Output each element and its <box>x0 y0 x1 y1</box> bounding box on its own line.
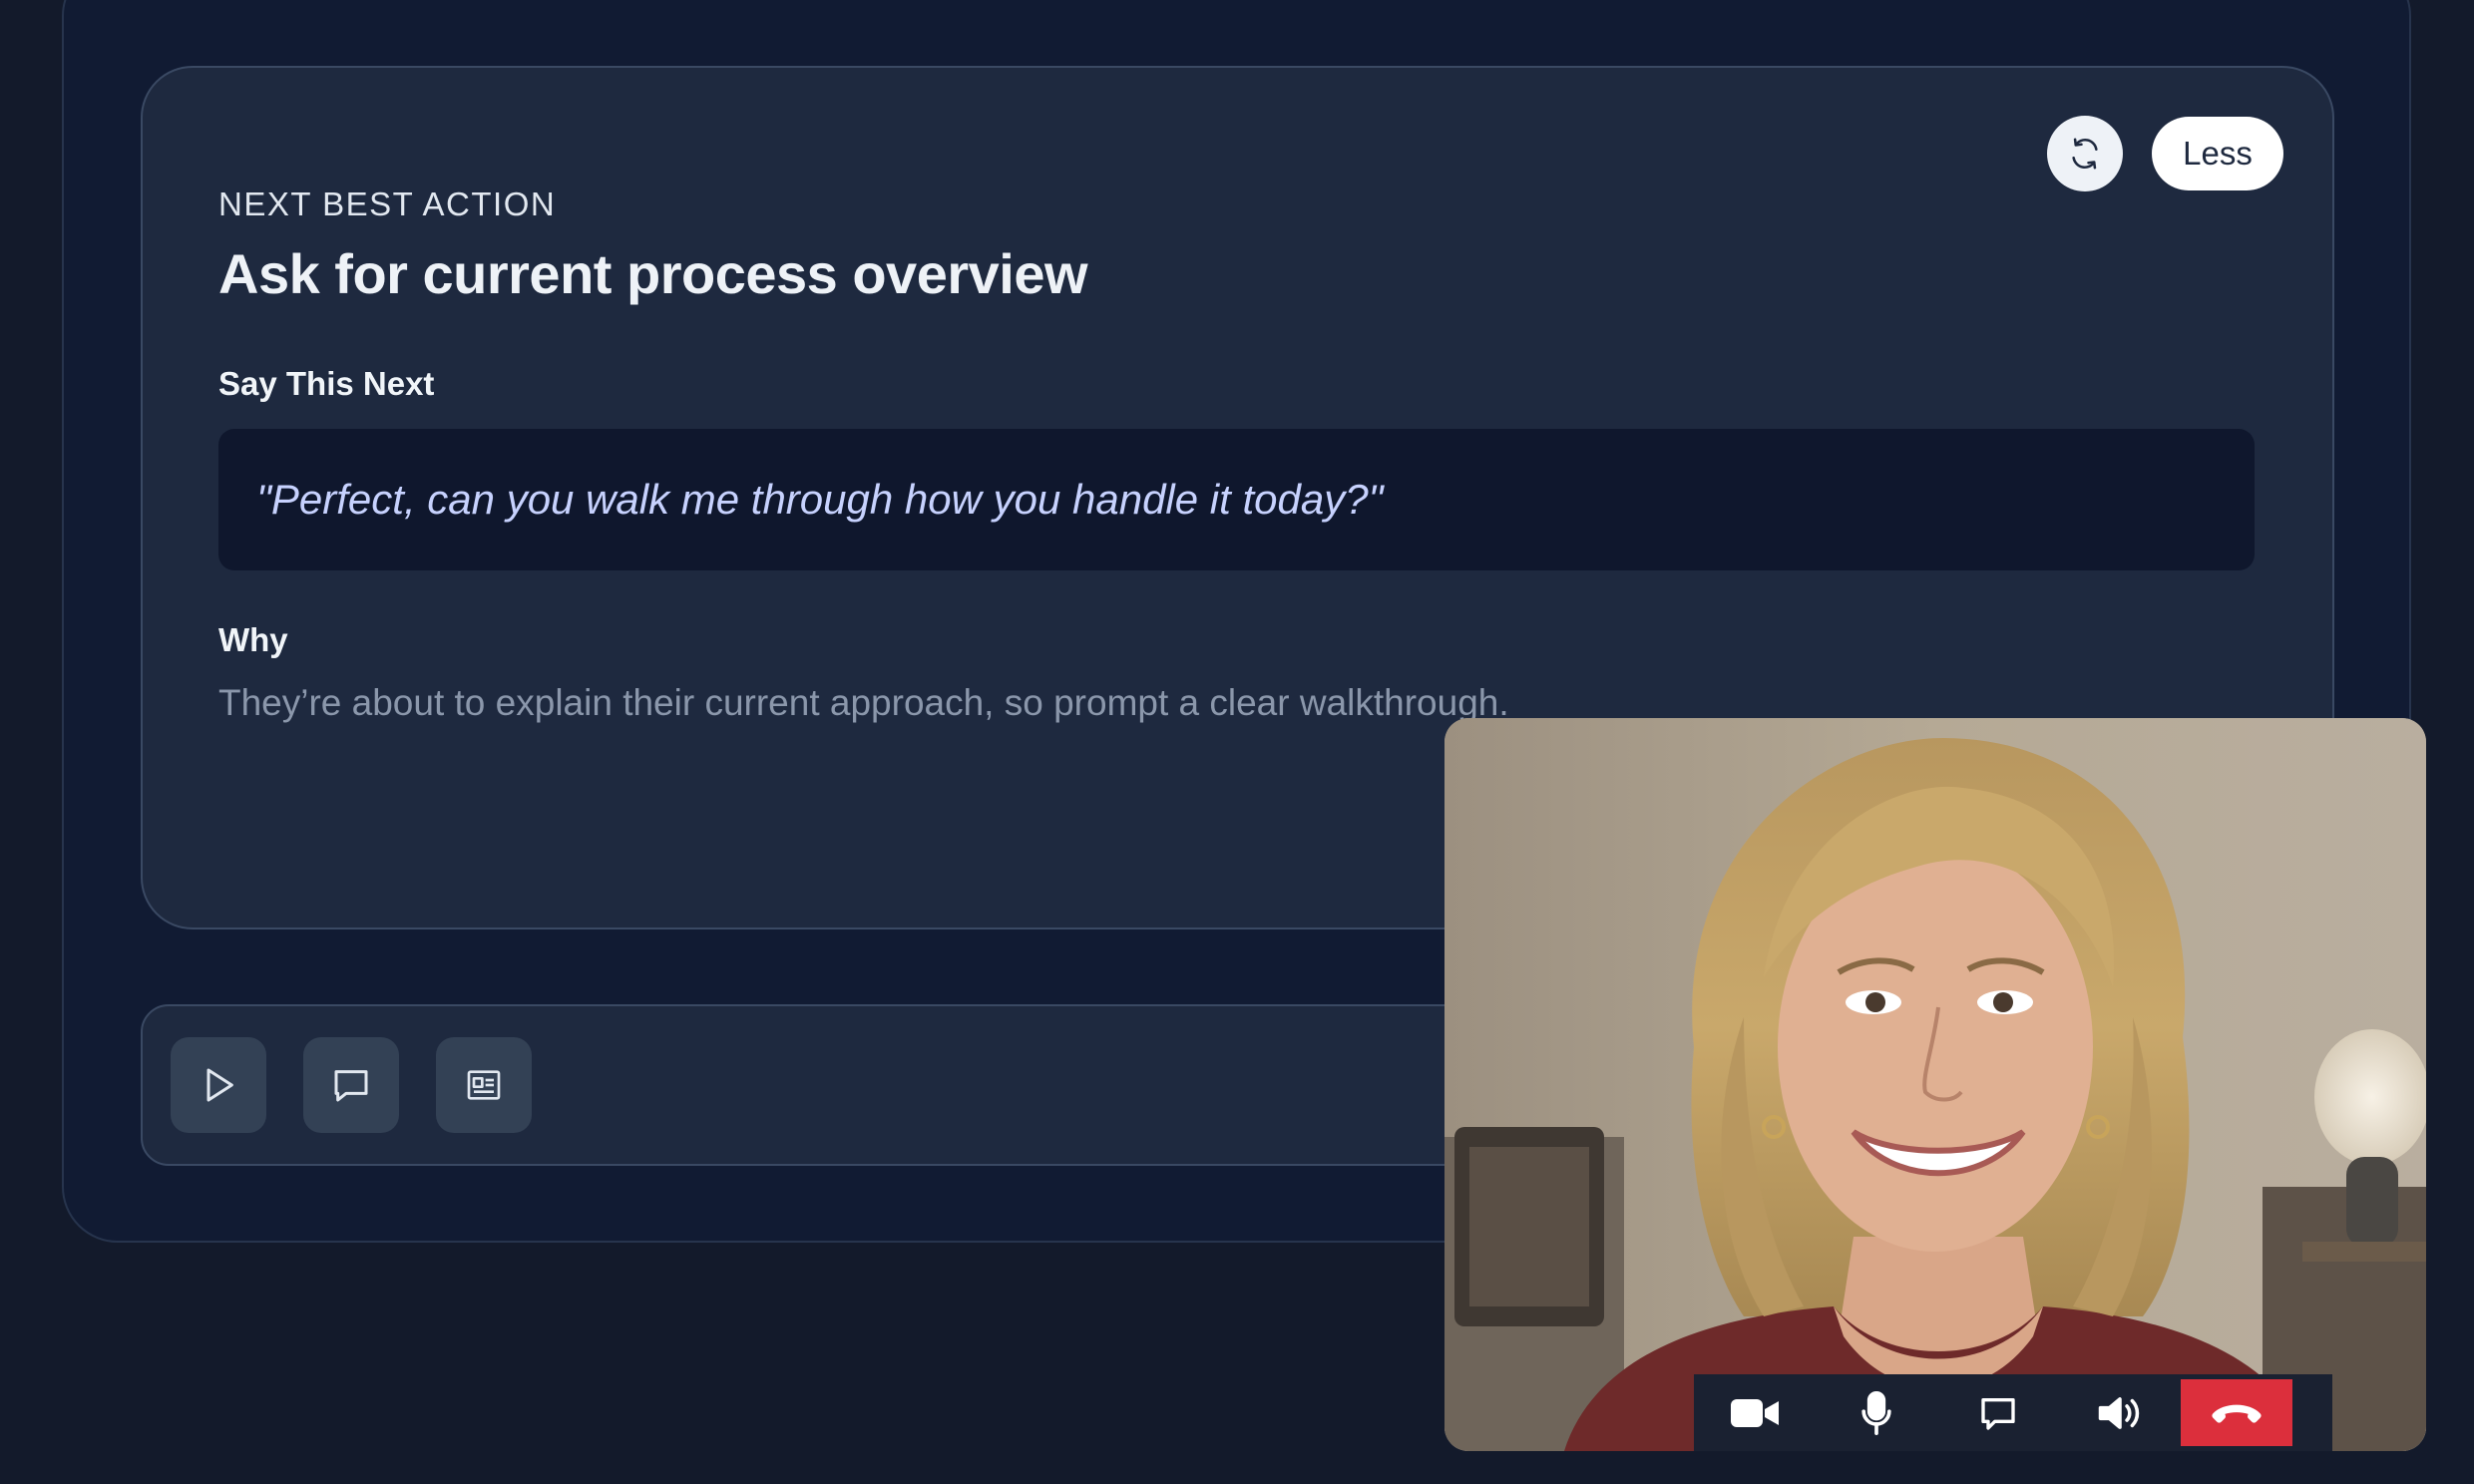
why-explanation: They’re about to explain their current a… <box>218 682 1509 723</box>
microphone-toggle-button[interactable] <box>1816 1374 1937 1451</box>
end-call-icon <box>2212 1401 2262 1425</box>
action-title: Ask for current process overview <box>218 242 1088 305</box>
screen-share-button[interactable] <box>1937 1374 2059 1451</box>
transcript-button[interactable] <box>436 1037 532 1133</box>
say-this-next-label: Say This Next <box>218 365 435 402</box>
why-label: Why <box>218 621 288 658</box>
participant-video <box>1444 718 2426 1451</box>
microphone-icon <box>1858 1390 1894 1435</box>
participant-photo <box>1444 718 2426 1451</box>
less-button[interactable]: Less <box>2152 117 2283 190</box>
section-eyebrow: NEXT BEST ACTION <box>218 186 557 222</box>
chat-button[interactable] <box>303 1037 399 1133</box>
screen-share-icon <box>1978 1393 2018 1433</box>
speaker-icon <box>2097 1393 2143 1433</box>
chat-icon <box>331 1065 371 1105</box>
end-call-button[interactable] <box>2181 1379 2292 1446</box>
refresh-icon <box>2068 137 2102 171</box>
speaker-button[interactable] <box>2059 1374 2181 1451</box>
camera-toggle-button[interactable] <box>1694 1374 1816 1451</box>
play-button[interactable] <box>171 1037 266 1133</box>
play-icon <box>199 1065 238 1105</box>
call-controls <box>1694 1374 2332 1451</box>
camera-icon <box>1729 1395 1781 1431</box>
suggested-phrase: "Perfect, can you walk me through how yo… <box>256 476 1384 523</box>
refresh-button[interactable] <box>2047 116 2123 191</box>
transcript-icon <box>464 1065 504 1105</box>
suggested-phrase-box: "Perfect, can you walk me through how yo… <box>218 429 2255 570</box>
